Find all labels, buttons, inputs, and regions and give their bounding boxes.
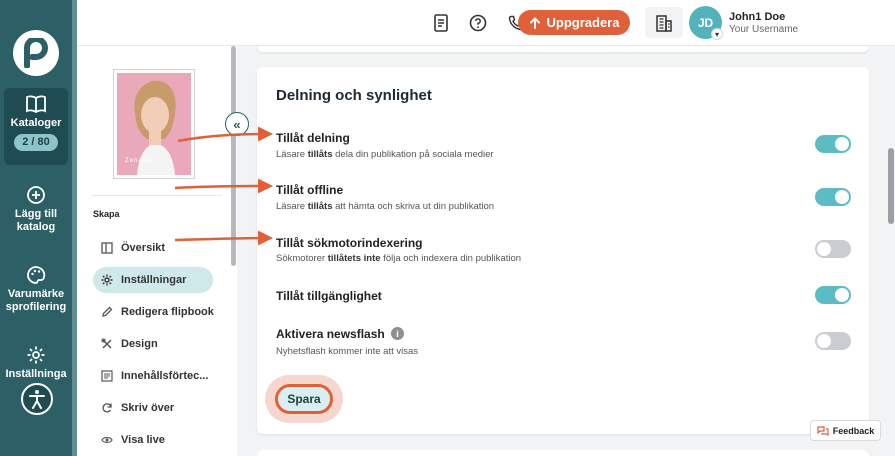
next-card [257, 450, 869, 456]
menu-item-label: Översikt [121, 242, 166, 254]
newsflash-description: Nyhetsflash kommer inte att visas [276, 346, 419, 357]
catalog-count-badge: 2 / 80 [14, 134, 58, 151]
allow-indexing-description: Sökmotorer tillåtets inte följa och inde… [276, 253, 522, 264]
allow-indexing-toggle[interactable] [815, 240, 851, 258]
previous-card [257, 46, 869, 52]
gear-icon [101, 274, 113, 286]
user-username: Your Username [729, 24, 799, 35]
document-icon[interactable] [430, 12, 452, 34]
feedback-button[interactable]: Feedback [810, 420, 881, 441]
palette-icon [27, 266, 46, 284]
rail-item-settings[interactable]: Inställninga [0, 345, 72, 381]
logo-icon [24, 38, 48, 68]
layout-icon [101, 242, 113, 254]
rail-item-label: Lägg till katalog [14, 208, 58, 233]
menu-item-table-of-contents[interactable]: Innehållsförtec... [93, 363, 213, 389]
menu-item-label: Visa live [121, 434, 165, 446]
menu-item-replace[interactable]: Skriv över [93, 395, 213, 421]
catalog-thumbnail[interactable]: Zenaida [114, 70, 194, 178]
rail-item-label: Kataloger [10, 117, 62, 129]
sidebar-scrollbar[interactable] [231, 46, 236, 266]
upgrade-button[interactable]: Uppgradera [518, 10, 630, 35]
user-name: John1 Doe [729, 11, 786, 23]
newsflash-label: Aktivera newsflash [276, 327, 385, 341]
menu-item-label: Innehållsförtec... [121, 370, 209, 382]
accessibility-icon [29, 390, 45, 409]
gear-icon [27, 346, 45, 364]
rail-item-catalogs[interactable]: Kataloger 2 / 80 [4, 88, 68, 165]
help-icon[interactable] [467, 12, 489, 34]
accessibility-button[interactable] [21, 383, 53, 415]
sharing-visibility-card [257, 67, 869, 434]
allow-offline-toggle[interactable] [815, 188, 851, 206]
feedback-icon [817, 425, 829, 436]
arrow-up-icon [529, 16, 540, 29]
rail-item-branding[interactable]: Varumärke sprofilering [0, 265, 72, 314]
menu-item-label: Inställningar [121, 274, 187, 286]
allow-sharing-description: Läsare tillåts dela din publikation på s… [276, 149, 494, 160]
allow-sharing-toggle[interactable] [815, 135, 851, 153]
save-button[interactable]: Spara [275, 384, 333, 414]
menu-item-edit-flipbook[interactable]: Redigera flipbook [93, 299, 214, 325]
section-title: Delning och synlighet [276, 87, 432, 104]
plus-circle-icon [27, 186, 45, 204]
allow-sharing-label: Tillåt delning [276, 131, 350, 145]
allow-accessibility-toggle[interactable] [815, 286, 851, 304]
open-book-icon [26, 95, 46, 114]
allow-offline-description: Läsare tillåts att hämta och skriva ut d… [276, 201, 495, 212]
tools-icon [101, 338, 113, 350]
collapse-sidebar-button[interactable]: « [225, 112, 249, 136]
newsflash-toggle[interactable] [815, 332, 851, 350]
upgrade-label: Uppgradera [546, 15, 620, 30]
menu-item-label: Skriv över [121, 402, 175, 414]
chevron-down-icon[interactable]: ▾ [711, 28, 723, 40]
pencil-icon [101, 306, 113, 318]
info-icon[interactable]: i [391, 327, 404, 340]
feedback-label: Feedback [832, 425, 875, 436]
list-icon [101, 370, 113, 382]
app-logo[interactable] [13, 30, 59, 76]
menu-item-label: Design [121, 338, 158, 350]
menu-item-settings[interactable]: Inställningar [93, 267, 213, 293]
section-label: Skapa [93, 209, 120, 219]
allow-accessibility-label: Tillåt tillgänglighet [276, 289, 382, 303]
allow-offline-label: Tillåt offline [276, 183, 344, 197]
double-chevron-left-icon: « [233, 116, 241, 132]
rail-item-add-catalog[interactable]: Lägg till katalog [0, 185, 72, 234]
sidebar-divider [92, 195, 222, 196]
eye-icon [101, 434, 113, 446]
refresh-icon [101, 402, 113, 414]
menu-item-label: Redigera flipbook [121, 306, 214, 318]
building-icon [656, 14, 672, 32]
menu-item-overview[interactable]: Översikt [93, 235, 213, 261]
rail-item-label: Inställninga [5, 368, 67, 380]
organization-button[interactable] [645, 7, 683, 38]
rail-item-label: Varumärke sprofilering [5, 288, 67, 313]
menu-item-design[interactable]: Design [93, 331, 213, 357]
menu-item-view-live[interactable]: Visa live [93, 427, 213, 453]
cover-caption: Zenaida [125, 158, 154, 164]
main-scrollbar[interactable] [888, 148, 894, 224]
allow-indexing-label: Tillåt sökmotorindexering [276, 236, 423, 250]
